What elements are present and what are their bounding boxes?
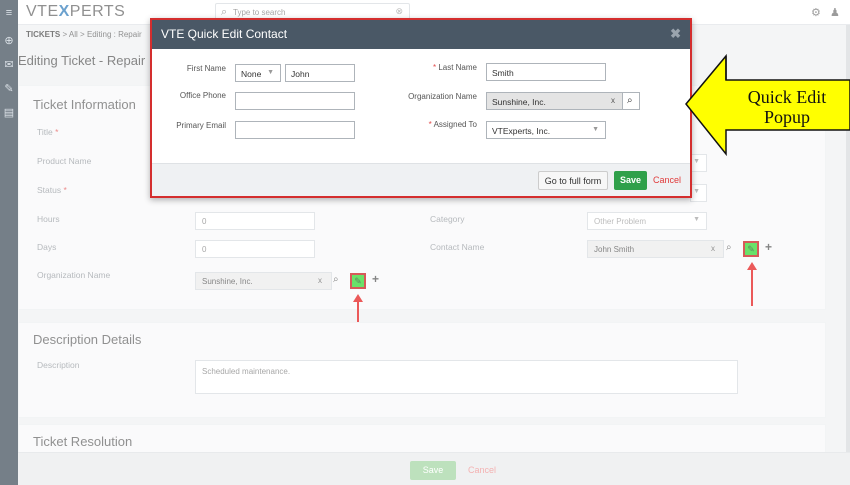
quick-edit-contact-modal: VTE Quick Edit Contact ✖ First Name None…: [150, 18, 692, 198]
organization-name-field[interactable]: Sunshine, Inc.: [486, 92, 623, 110]
callout-text: Quick Edit Popup: [733, 87, 841, 127]
close-icon[interactable]: ✖: [670, 26, 681, 42]
primary-email-input[interactable]: [235, 121, 355, 139]
last-name-label: * Last Name: [432, 63, 477, 72]
assigned-to-select[interactable]: VTExperts, Inc. ▼: [486, 121, 606, 139]
modal-header: VTE Quick Edit Contact ✖: [152, 20, 690, 49]
assigned-to-label: * Assigned To: [428, 120, 477, 129]
callout-line: Quick Edit: [747, 87, 827, 107]
office-phone-input[interactable]: [235, 92, 355, 110]
search-organization-button[interactable]: ⌕: [622, 92, 640, 110]
cancel-link[interactable]: Cancel: [653, 175, 681, 185]
modal-footer: Go to full form Save Cancel: [152, 163, 690, 196]
first-name-label: First Name: [186, 64, 226, 73]
organization-name-label: Organization Name: [408, 92, 477, 101]
last-name-input[interactable]: Smith: [486, 63, 606, 81]
go-to-full-form-button[interactable]: Go to full form: [538, 171, 608, 190]
clear-organization-icon[interactable]: x: [611, 96, 615, 105]
save-button[interactable]: Save: [614, 171, 647, 190]
primary-email-label: Primary Email: [176, 121, 226, 130]
first-name-input[interactable]: John: [285, 64, 355, 82]
salutation-select[interactable]: None ▼: [235, 64, 281, 82]
callout-line: Popup: [763, 107, 810, 127]
chevron-down-icon: ▼: [267, 69, 274, 76]
modal-title: VTE Quick Edit Contact: [161, 27, 288, 41]
chevron-down-icon: ▼: [592, 126, 599, 133]
office-phone-label: Office Phone: [179, 91, 226, 100]
